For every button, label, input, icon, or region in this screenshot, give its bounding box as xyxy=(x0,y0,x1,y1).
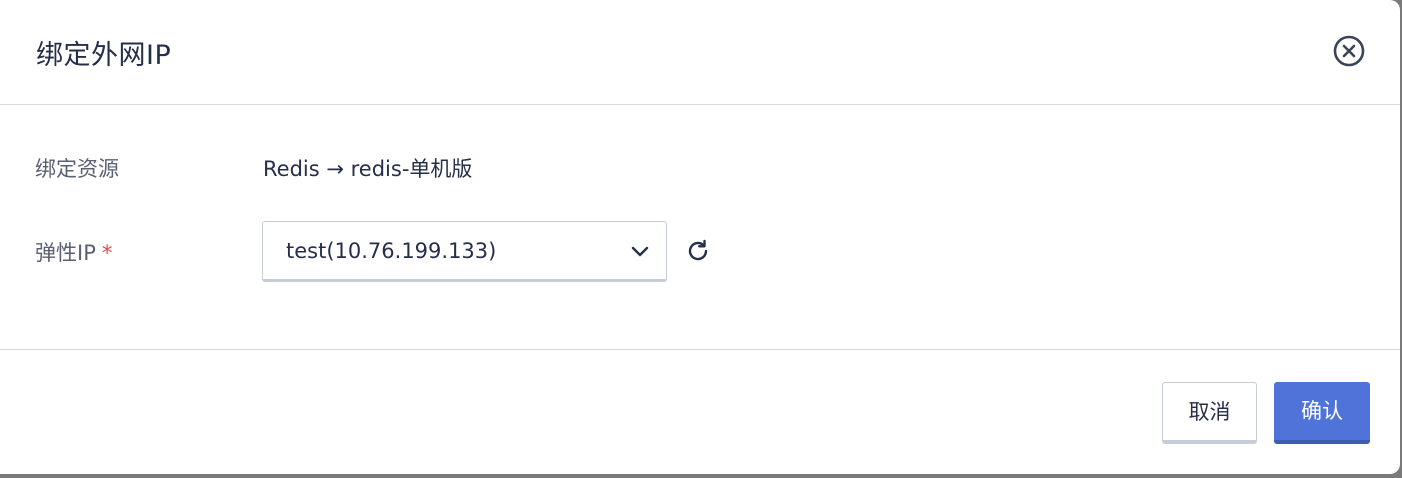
dialog-footer: 取消 确认 xyxy=(0,349,1400,474)
resource-value: Redis → redis-单机版 xyxy=(263,157,473,181)
required-mark: * xyxy=(101,241,113,265)
resource-label: 绑定资源 xyxy=(35,157,119,181)
eip-label-row: 弹性IP * xyxy=(35,237,112,267)
chevron-down-icon xyxy=(630,244,650,258)
close-icon[interactable] xyxy=(1333,35,1365,67)
dialog-title: 绑定外网IP xyxy=(36,40,172,71)
eip-select-value: test(10.76.199.133) xyxy=(286,239,497,263)
cancel-button[interactable]: 取消 xyxy=(1162,382,1257,444)
dialog-body: 绑定资源 Redis → redis-单机版 弹性IP * test(10.76.… xyxy=(0,105,1400,349)
confirm-button[interactable]: 确认 xyxy=(1274,382,1370,444)
eip-label: 弹性IP xyxy=(35,241,96,265)
eip-select[interactable]: test(10.76.199.133) xyxy=(262,221,667,282)
refresh-icon[interactable] xyxy=(685,238,711,264)
bind-eip-dialog: 绑定外网IP 绑定资源 Redis → redis-单机版 弹性IP * test… xyxy=(0,0,1400,474)
dialog-header: 绑定外网IP xyxy=(0,0,1400,105)
